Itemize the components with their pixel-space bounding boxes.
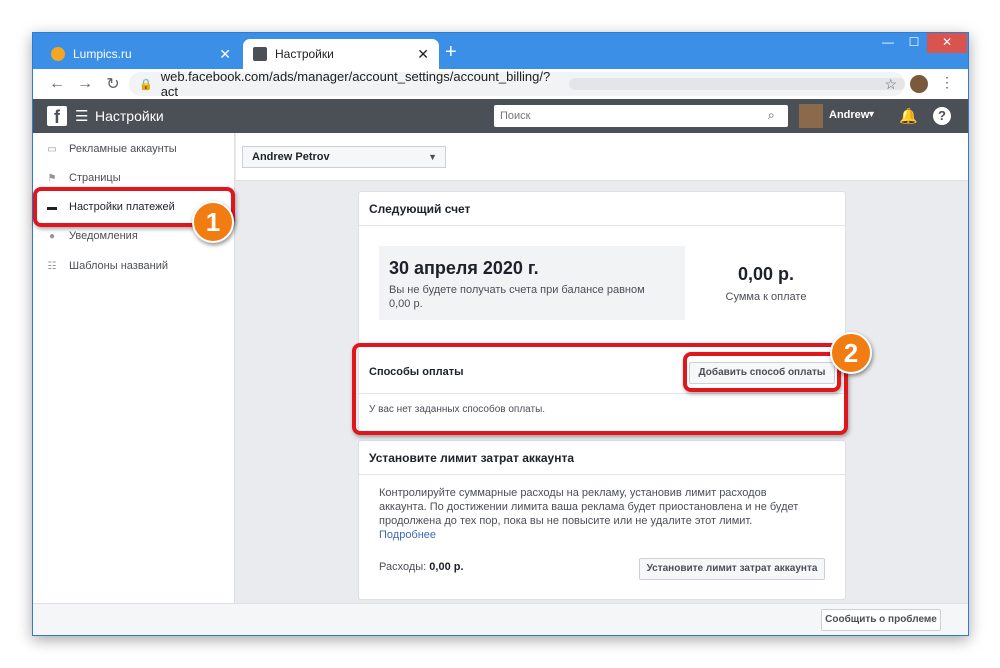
search-input[interactable]	[494, 105, 788, 127]
fb-header: f ☰ Настройки ⌕ Andrew ▼ 🔔 ?	[33, 99, 968, 133]
report-problem-button[interactable]: Сообщить о проблеме	[821, 609, 941, 631]
invoice-date-box: 30 апреля 2020 г. Вы не будете получать …	[379, 246, 685, 320]
step-marker-1: 1	[192, 201, 234, 243]
step-marker-2: 2	[830, 332, 872, 374]
tab-strip: Lumpics.ru ✕ Настройки ✕ + — ☐ ✕	[33, 33, 968, 69]
bell-icon[interactable]: 🔔	[899, 107, 918, 125]
new-tab-button[interactable]: +	[445, 42, 457, 62]
sidebar-item-label: Рекламные аккаунты	[69, 143, 177, 155]
account-select[interactable]: Andrew Petrov ▼	[242, 146, 446, 168]
flag-icon: ⚑	[47, 172, 57, 184]
next-invoice-card: Следующий счет 30 апреля 2020 г. Вы не б…	[358, 191, 846, 433]
spend-limit-card: Установите лимит затрат аккаунта Контрол…	[358, 440, 846, 600]
facebook-logo-icon[interactable]: f	[47, 106, 67, 127]
invoice-date: 30 апреля 2020 г.	[389, 258, 539, 278]
minimize-button[interactable]: —	[875, 33, 901, 53]
amount-due-label: Сумма к оплате	[725, 291, 807, 303]
page-title: Настройки	[95, 108, 164, 124]
sidebar-item-label: Уведомления	[69, 230, 138, 242]
spend-label: Расходы:	[379, 561, 427, 573]
invoice-note: Вы не будете получать счета при балансе …	[389, 284, 645, 310]
reload-icon[interactable]: ↻	[99, 74, 127, 94]
sidebar-item-label: Страницы	[69, 172, 121, 184]
back-arrow-icon[interactable]: ←	[43, 75, 71, 93]
user-avatar[interactable]	[799, 104, 823, 128]
payment-methods-header: Способы оплаты Добавить способ оплаты	[359, 352, 845, 394]
set-spend-limit-button[interactable]: Установите лимит затрат аккаунта	[639, 558, 825, 580]
tab-label: Lumpics.ru	[73, 47, 132, 61]
sidebar-item-label: Настройки платежей	[69, 201, 175, 213]
tab-lumpics[interactable]: Lumpics.ru ✕	[41, 39, 241, 69]
tab-close-icon[interactable]: ✕	[417, 46, 429, 63]
bookmark-star-icon[interactable]: ☆	[884, 76, 897, 93]
account-strip: Andrew Petrov ▼	[236, 133, 968, 181]
lumpics-favicon-icon	[51, 47, 65, 61]
sidebar-item-payment-settings[interactable]: ▬ Настройки платежей	[45, 196, 175, 218]
spend-limit-description: Контролируйте суммарные расходы на рекла…	[379, 487, 799, 527]
lock-icon: 🔒	[139, 78, 153, 91]
sidebar-item-ad-accounts[interactable]: ▭ Рекламные аккаунты	[45, 138, 177, 160]
settings-favicon-icon	[253, 47, 267, 61]
tab-settings[interactable]: Настройки ✕	[243, 39, 439, 69]
add-payment-method-button[interactable]: Добавить способ оплаты	[689, 362, 835, 384]
sidebar-item-pages[interactable]: ⚑ Страницы	[45, 167, 121, 189]
maximize-button[interactable]: ☐	[901, 33, 927, 53]
learn-more-link[interactable]: Подробнее	[379, 529, 436, 541]
payment-methods-empty: У вас нет заданных способов оплаты.	[369, 404, 546, 415]
browser-menu-icon[interactable]: ⋮	[940, 74, 954, 91]
help-icon[interactable]: ?	[933, 107, 951, 125]
ad-account-icon: ▭	[47, 143, 57, 155]
forward-arrow-icon[interactable]: →	[71, 75, 99, 93]
chevron-down-icon[interactable]: ▼	[867, 109, 876, 119]
url-text: web.facebook.com/ads/manager/account_set…	[160, 69, 551, 99]
amount-due: 0,00 р.	[737, 264, 795, 284]
main-content: ▭ Рекламные аккаунты ⚑ Страницы ▬ Настро…	[33, 133, 968, 635]
browser-window: Lumpics.ru ✕ Настройки ✕ + — ☐ ✕ ← → ↻ 🔒…	[32, 32, 969, 636]
tab-close-icon[interactable]: ✕	[219, 46, 231, 63]
tab-label: Настройки	[275, 47, 334, 61]
account-select-value: Andrew Petrov	[252, 151, 330, 163]
spend-limit-title: Установите лимит затрат аккаунта	[359, 441, 845, 475]
hamburger-menu-icon[interactable]: ☰	[75, 107, 88, 125]
spend-row: Расходы: 0,00 р.	[379, 561, 464, 573]
profile-avatar-icon[interactable]	[910, 75, 928, 93]
sidebar-item-label: Шаблоны названий	[69, 260, 169, 272]
spend-value: 0,00 р.	[429, 561, 464, 573]
chevron-down-icon: ▼	[428, 152, 437, 162]
user-name[interactable]: Andrew	[829, 109, 869, 121]
template-icon: ☷	[47, 260, 57, 272]
browser-toolbar: ← → ↻ 🔒 web.facebook.com/ads/manager/acc…	[33, 69, 968, 99]
close-window-button[interactable]: ✕	[927, 33, 967, 53]
payment-methods-title: Способы оплаты	[369, 366, 464, 378]
sidebar-item-name-templates[interactable]: ☷ Шаблоны названий	[45, 255, 169, 277]
url-redacted	[568, 78, 905, 90]
next-invoice-title: Следующий счет	[359, 192, 845, 226]
footer: Сообщить о проблеме	[33, 603, 968, 635]
sidebar-item-notifications[interactable]: ● Уведомления	[45, 225, 138, 247]
address-bar[interactable]: 🔒 web.facebook.com/ads/manager/account_s…	[129, 69, 905, 99]
globe-icon: ●	[48, 230, 56, 242]
credit-card-icon: ▬	[47, 201, 57, 213]
search-icon[interactable]: ⌕	[768, 108, 775, 123]
